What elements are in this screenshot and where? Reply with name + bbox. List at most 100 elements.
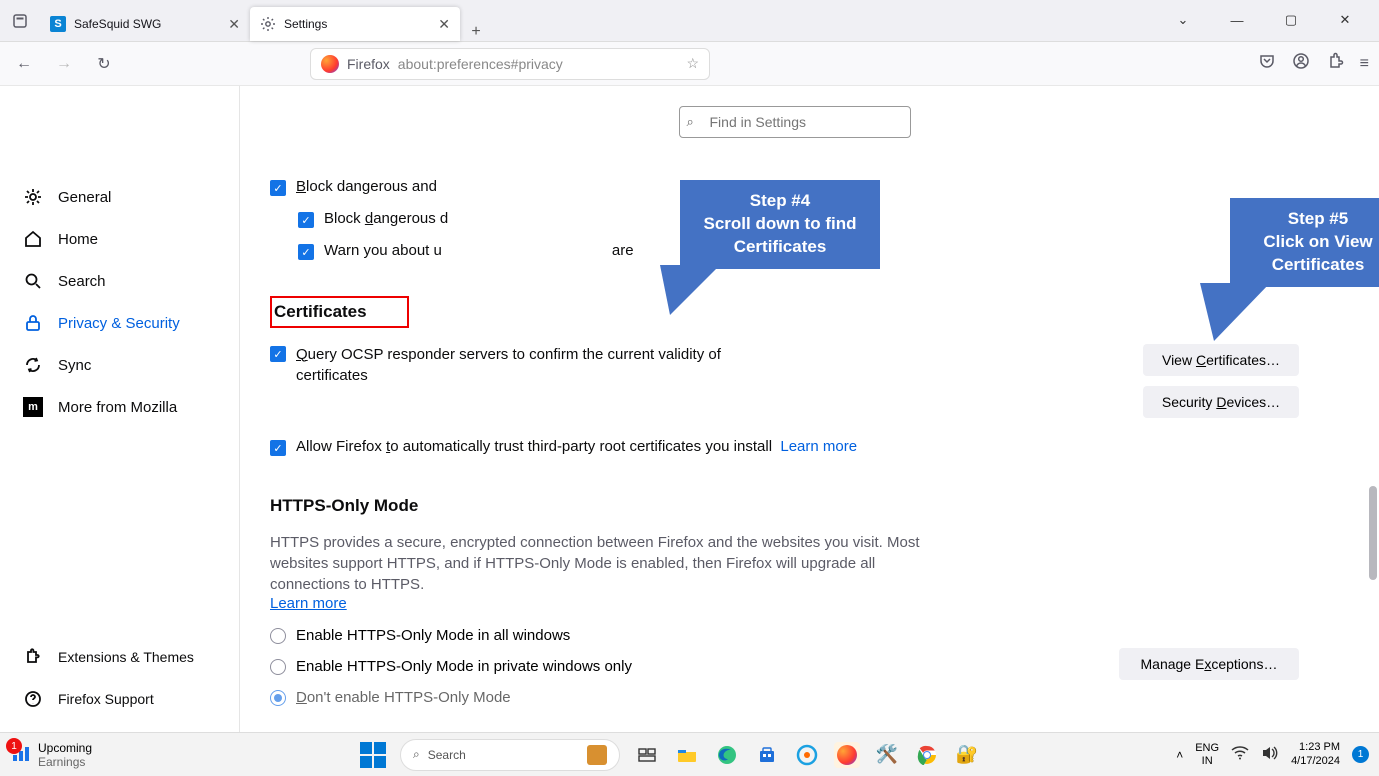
notification-badge[interactable]: 1 <box>1352 746 1369 763</box>
sidebar-item-home[interactable]: Home <box>0 218 239 260</box>
search-icon: ⌕ <box>413 747 420 762</box>
security-devices-button[interactable]: Security Devices… <box>1143 386 1299 418</box>
sidebar-item-label: Home <box>58 231 98 248</box>
bookmark-star-icon[interactable]: ☆ <box>686 55 699 72</box>
extensions-icon[interactable] <box>1326 52 1344 75</box>
sidebar-item-general[interactable]: General <box>0 176 239 218</box>
wifi-icon[interactable] <box>1231 746 1249 763</box>
checkbox-auto-trust-root-certs[interactable]: ✓ Allow Firefox to automatically trust t… <box>270 438 1319 456</box>
close-window-button[interactable]: ✕ <box>1325 6 1365 34</box>
checkbox-checked-icon: ✓ <box>298 244 314 260</box>
store-icon[interactable] <box>754 742 780 768</box>
tab-settings[interactable]: Settings ✕ <box>250 7 460 41</box>
firefox-icon <box>321 55 339 73</box>
minimize-button[interactable]: — <box>1217 6 1257 34</box>
firefox-taskbar-icon[interactable] <box>834 742 860 768</box>
settings-main-panel: ⌕ ✓ Block dangerous and ✓ Block dangerou… <box>240 86 1379 732</box>
manage-exceptions-button[interactable]: Manage Exceptions… <box>1119 648 1299 680</box>
sync-icon <box>22 354 44 376</box>
browser-titlebar: S SafeSquid SWG ✕ Settings ✕ + ⌄ — ▢ ✕ <box>0 0 1379 42</box>
sidebar-item-label: More from Mozilla <box>58 399 177 416</box>
learn-more-link[interactable]: Learn more <box>270 595 347 612</box>
sidebar-item-search[interactable]: Search <box>0 260 239 302</box>
sidebar-item-label: Privacy & Security <box>58 315 180 332</box>
tab-title: SafeSquid SWG <box>74 17 161 31</box>
sidebar-item-privacy[interactable]: Privacy & Security <box>0 302 239 344</box>
news-badge: 1 <box>6 738 22 754</box>
search-icon <box>22 270 44 292</box>
app-menu-icon[interactable]: ≡ <box>1360 55 1369 73</box>
start-button[interactable] <box>360 742 386 768</box>
https-only-description: HTTPS provides a secure, encrypted conne… <box>270 532 920 595</box>
url-text: about:preferences#privacy <box>398 56 563 72</box>
learn-more-link[interactable]: Learn more <box>780 438 857 455</box>
tray-chevron-icon[interactable]: ˄ <box>1176 748 1183 762</box>
window-controls: ⌄ — ▢ ✕ <box>1163 0 1379 34</box>
app-icon-3[interactable]: 🔐 <box>954 742 980 768</box>
radio-https-dont-enable[interactable]: Don't enable HTTPS-Only Mode <box>270 689 1319 706</box>
sidebar-item-label: Firefox Support <box>58 691 154 707</box>
callout-step-5: Step #5 Click on View Certificates <box>1230 198 1379 287</box>
maximize-button[interactable]: ▢ <box>1271 6 1311 34</box>
account-icon[interactable] <box>1292 52 1310 75</box>
language-indicator[interactable]: ENGIN <box>1195 742 1219 766</box>
taskbar-news-widget[interactable]: 1 Upcoming Earnings <box>0 741 92 769</box>
checkbox-checked-icon: ✓ <box>270 440 286 456</box>
edge-icon[interactable] <box>714 742 740 768</box>
app-icon-2[interactable]: 🛠️ <box>874 742 900 768</box>
app-icon[interactable] <box>794 742 820 768</box>
callout-arrow-icon <box>1200 283 1270 341</box>
radio-unchecked-icon <box>270 659 286 675</box>
sidebar-item-label: Search <box>58 273 106 290</box>
settings-search-input[interactable] <box>679 106 911 138</box>
radio-https-all-windows[interactable]: Enable HTTPS-Only Mode in all windows <box>270 627 1319 644</box>
page-scrollbar[interactable] <box>1365 86 1379 726</box>
search-icon: ⌕ <box>687 114 694 130</box>
tab-title: Settings <box>284 17 327 31</box>
windows-taskbar: 1 Upcoming Earnings ⌕ Search 🛠️ 🔐 ˄ ENGI… <box>0 732 1379 776</box>
gear-icon <box>22 186 44 208</box>
sidebar-item-support[interactable]: Firefox Support <box>0 678 239 720</box>
safesquid-favicon: S <box>50 16 66 32</box>
sidebar-item-label: Extensions & Themes <box>58 649 194 665</box>
home-icon <box>22 228 44 250</box>
tab-strip: S SafeSquid SWG ✕ Settings ✕ + <box>0 0 492 41</box>
file-explorer-icon[interactable] <box>674 742 700 768</box>
checkbox-ocsp-query[interactable]: ✓ Query OCSP responder servers to confir… <box>270 344 726 386</box>
task-view-icon[interactable] <box>634 742 660 768</box>
workspaces-button[interactable] <box>0 0 40 41</box>
identity-label: Firefox <box>347 56 390 72</box>
mozilla-icon: m <box>22 396 44 418</box>
radio-unchecked-icon <box>270 628 286 644</box>
callout-step-4: Step #4 Scroll down to find Certificates <box>680 180 880 269</box>
list-all-tabs-button[interactable]: ⌄ <box>1163 6 1203 34</box>
sidebar-item-label: Sync <box>58 357 91 374</box>
checkbox-checked-icon: ✓ <box>270 180 286 196</box>
url-bar[interactable]: Firefox about:preferences#privacy ☆ <box>310 48 710 80</box>
volume-icon[interactable] <box>1261 745 1279 764</box>
sidebar-item-more-mozilla[interactable]: m More from Mozilla <box>0 386 239 428</box>
pocket-icon[interactable] <box>1258 52 1276 75</box>
sidebar-item-extensions[interactable]: Extensions & Themes <box>0 636 239 678</box>
tab-safesquid[interactable]: S SafeSquid SWG ✕ <box>40 7 250 41</box>
sidebar-item-sync[interactable]: Sync <box>0 344 239 386</box>
close-icon[interactable]: ✕ <box>438 16 450 33</box>
https-only-heading: HTTPS-Only Mode <box>270 496 1319 516</box>
back-button[interactable]: ← <box>10 50 38 78</box>
new-tab-button[interactable]: + <box>460 23 492 41</box>
taskbar-search[interactable]: ⌕ Search <box>400 739 620 771</box>
taskbar-clock[interactable]: 1:23 PM4/17/2024 <box>1291 741 1340 767</box>
gear-icon <box>260 16 276 32</box>
checkbox-checked-icon: ✓ <box>298 212 314 228</box>
scrollbar-thumb[interactable] <box>1369 486 1377 580</box>
forward-button: → <box>50 50 78 78</box>
chrome-icon[interactable] <box>914 742 940 768</box>
view-certificates-button[interactable]: View Certificates… <box>1143 344 1299 376</box>
checkbox-checked-icon: ✓ <box>270 346 286 362</box>
close-icon[interactable]: ✕ <box>228 16 240 33</box>
reload-button[interactable]: ↻ <box>90 50 118 78</box>
section-certificates: Certificates ✓ Query OCSP responder serv… <box>270 296 1319 456</box>
radio-checked-icon <box>270 690 286 706</box>
settings-content: General Home Search Privacy & Security S… <box>0 86 1379 732</box>
search-highlight-icon <box>587 745 607 765</box>
